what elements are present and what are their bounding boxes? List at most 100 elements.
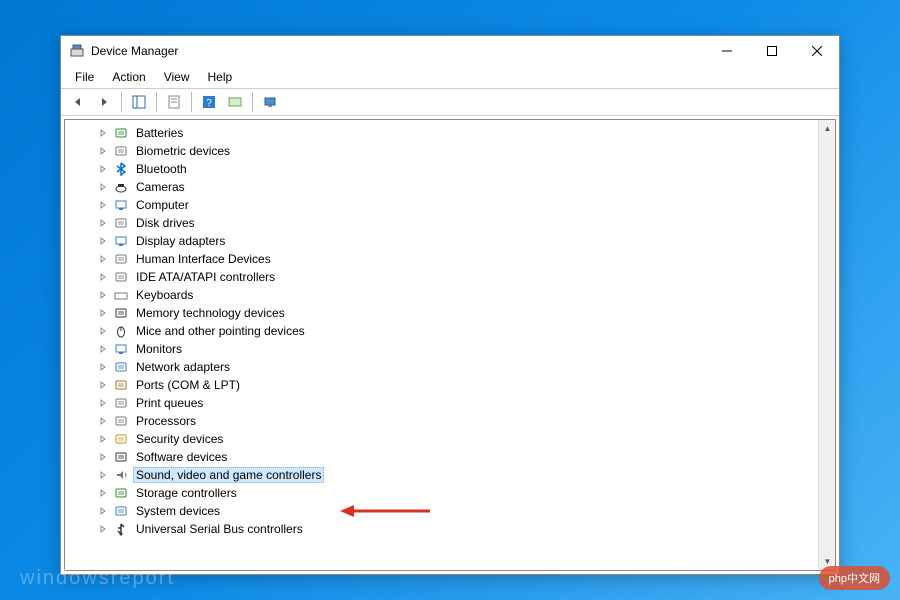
chevron-right-icon[interactable] (97, 397, 109, 409)
tree-item[interactable]: Cameras (65, 178, 818, 196)
keyboard-icon (113, 287, 129, 303)
app-icon (69, 43, 85, 59)
tree-item[interactable]: Print queues (65, 394, 818, 412)
usb-icon (113, 521, 129, 537)
tree-item-label: Network adapters (133, 359, 233, 375)
tree-item[interactable]: Processors (65, 412, 818, 430)
toolbar: ? (61, 88, 839, 116)
chevron-right-icon[interactable] (97, 343, 109, 355)
monitor-icon (113, 341, 129, 357)
tree-item-label: System devices (133, 503, 223, 519)
menu-file[interactable]: File (67, 68, 102, 86)
properties-button[interactable] (163, 91, 185, 113)
tree-item[interactable]: Biometric devices (65, 142, 818, 160)
help-button[interactable]: ? (198, 91, 220, 113)
tree-item[interactable]: Memory technology devices (65, 304, 818, 322)
ide-icon (113, 269, 129, 285)
chevron-right-icon[interactable] (97, 325, 109, 337)
bluetooth-icon (113, 161, 129, 177)
tree-item-label: Sound, video and game controllers (133, 467, 324, 483)
tree-item-label: Human Interface Devices (133, 251, 274, 267)
chevron-right-icon[interactable] (97, 307, 109, 319)
back-button[interactable] (67, 91, 89, 113)
tree-item-label: Display adapters (133, 233, 228, 249)
system-icon (113, 503, 129, 519)
chevron-right-icon[interactable] (97, 433, 109, 445)
chevron-right-icon[interactable] (97, 505, 109, 517)
chevron-right-icon[interactable] (97, 127, 109, 139)
titlebar[interactable]: Device Manager (61, 36, 839, 66)
tree-item[interactable]: Disk drives (65, 214, 818, 232)
biometric-icon (113, 143, 129, 159)
scan-hardware-button[interactable] (224, 91, 246, 113)
memory-icon (113, 305, 129, 321)
chevron-right-icon[interactable] (97, 235, 109, 247)
tree-item[interactable]: Computer (65, 196, 818, 214)
printer-icon (113, 395, 129, 411)
chevron-right-icon[interactable] (97, 451, 109, 463)
tree-item[interactable]: Mice and other pointing devices (65, 322, 818, 340)
software-icon (113, 449, 129, 465)
tree-item[interactable]: Universal Serial Bus controllers (65, 520, 818, 538)
chevron-right-icon[interactable] (97, 469, 109, 481)
maximize-button[interactable] (749, 36, 794, 66)
device-manager-window: Device Manager File Action View Help ? B… (60, 35, 840, 575)
content-area: Batteries Biometric devicesBluetoothCamer… (64, 119, 836, 571)
disk-icon (113, 215, 129, 231)
menu-help[interactable]: Help (200, 68, 241, 86)
window-buttons (704, 36, 839, 66)
tree-item-label: Universal Serial Bus controllers (133, 521, 306, 537)
battery-icon (113, 125, 129, 141)
tree-item[interactable]: IDE ATA/ATAPI controllers (65, 268, 818, 286)
tree-item-label: Software devices (133, 449, 230, 465)
tree-item-label: Disk drives (133, 215, 198, 231)
watermark-badge: php中文网 (819, 566, 890, 590)
menu-view[interactable]: View (156, 68, 198, 86)
chevron-right-icon[interactable] (97, 415, 109, 427)
vertical-scrollbar[interactable]: ▲ ▼ (818, 120, 835, 570)
chevron-right-icon[interactable] (97, 289, 109, 301)
chevron-right-icon[interactable] (97, 253, 109, 265)
tree-item-label: Storage controllers (133, 485, 240, 501)
menu-action[interactable]: Action (104, 68, 153, 86)
tree-item-label: Ports (COM & LPT) (133, 377, 243, 393)
chevron-right-icon[interactable] (97, 379, 109, 391)
tree-item[interactable]: Security devices (65, 430, 818, 448)
chevron-right-icon[interactable] (97, 217, 109, 229)
close-button[interactable] (794, 36, 839, 66)
tree-item-label: Biometric devices (133, 143, 233, 159)
minimize-button[interactable] (704, 36, 749, 66)
tree-item-label: IDE ATA/ATAPI controllers (133, 269, 278, 285)
tree-item[interactable]: Monitors (65, 340, 818, 358)
chevron-right-icon[interactable] (97, 163, 109, 175)
storage-icon (113, 485, 129, 501)
chevron-right-icon[interactable] (97, 199, 109, 211)
tree-item[interactable]: Bluetooth (65, 160, 818, 178)
devices-button[interactable] (259, 91, 281, 113)
device-tree[interactable]: Batteries Biometric devicesBluetoothCamer… (65, 120, 818, 570)
tree-item[interactable]: Human Interface Devices (65, 250, 818, 268)
tree-item[interactable]: Keyboards (65, 286, 818, 304)
chevron-right-icon[interactable] (97, 523, 109, 535)
chevron-right-icon[interactable] (97, 181, 109, 193)
tree-item[interactable]: System devices (65, 502, 818, 520)
tree-item-label: Batteries (133, 125, 186, 141)
computer-icon (113, 197, 129, 213)
tree-item[interactable]: Sound, video and game controllers (65, 466, 818, 484)
tree-item[interactable]: Storage controllers (65, 484, 818, 502)
tree-item[interactable]: Software devices (65, 448, 818, 466)
tree-item-label: Print queues (133, 395, 206, 411)
tree-item[interactable]: Batteries (65, 124, 818, 142)
scroll-up-button[interactable]: ▲ (819, 120, 836, 137)
tree-item[interactable]: Ports (COM & LPT) (65, 376, 818, 394)
tree-item[interactable]: Display adapters (65, 232, 818, 250)
chevron-right-icon[interactable] (97, 361, 109, 373)
tree-item-label: Computer (133, 197, 192, 213)
show-hide-console-button[interactable] (128, 91, 150, 113)
forward-button[interactable] (93, 91, 115, 113)
chevron-right-icon[interactable] (97, 487, 109, 499)
tree-item[interactable]: Network adapters (65, 358, 818, 376)
chevron-right-icon[interactable] (97, 271, 109, 283)
display-icon (113, 233, 129, 249)
chevron-right-icon[interactable] (97, 145, 109, 157)
